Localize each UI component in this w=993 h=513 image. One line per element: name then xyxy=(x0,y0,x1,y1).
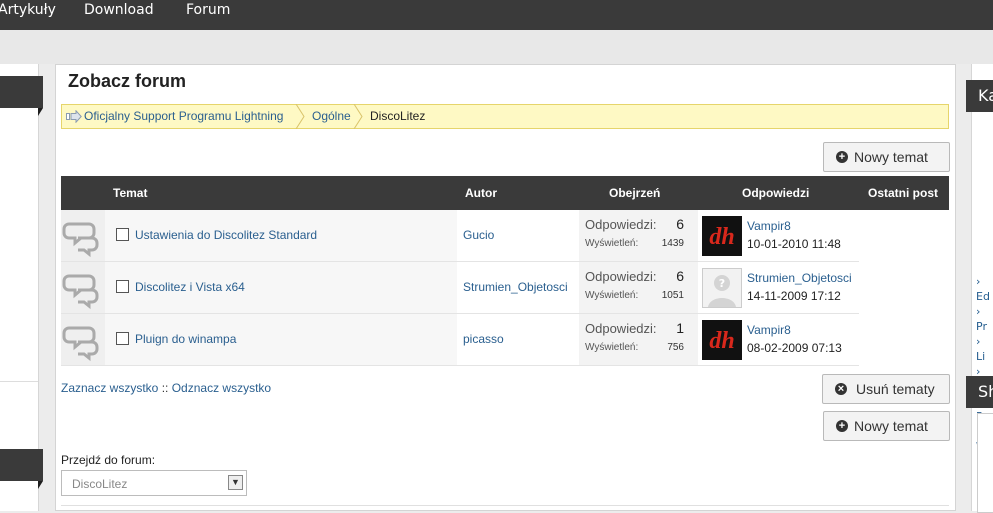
nav-item-download[interactable]: Download xyxy=(84,0,154,20)
views-count: 756 xyxy=(667,342,684,353)
author-link[interactable]: Gucio xyxy=(463,228,494,242)
right-link[interactable]: › Pr xyxy=(976,304,993,334)
svg-text:?: ? xyxy=(719,277,725,290)
page-title: Zobacz forum xyxy=(68,71,187,91)
left-sidebar-tab xyxy=(0,76,43,116)
topic-bubble-icon xyxy=(62,326,99,362)
left-sidebar xyxy=(0,64,39,511)
author-cell: Gucio xyxy=(457,210,579,261)
table-row: Discolitez i Vista x64 Strumien_Objetosc… xyxy=(61,262,859,314)
delete-topics-button[interactable]: × Usuń tematy xyxy=(822,374,950,404)
topic-bubble-icon xyxy=(62,274,99,310)
close-icon: × xyxy=(835,383,847,395)
table-row: Ustawienia do Discolitez Standard Gucio … xyxy=(61,210,859,262)
breadcrumb-separator-icon xyxy=(295,104,305,129)
right-link[interactable]: › Li xyxy=(976,334,993,364)
topic-cell: Pluign do winampa xyxy=(105,314,457,365)
author-cell: Strumien_Objetosci xyxy=(457,262,579,313)
select-all-link[interactable]: Zaznacz wszystko xyxy=(61,381,158,395)
author-link[interactable]: Strumien_Objetosci xyxy=(463,280,568,294)
last-post-date: 08-02-2009 07:13 xyxy=(747,341,842,355)
topic-bubble-icon xyxy=(62,222,99,258)
breadcrumb-item-current: DiscoLitez xyxy=(370,109,426,123)
views-count: 1051 xyxy=(661,290,684,301)
avatar-dh-logo-icon[interactable]: dh xyxy=(702,216,742,256)
new-topic-button[interactable]: + Nowy temat xyxy=(823,411,950,441)
right-sidebar-tab: Sh xyxy=(966,376,993,408)
topic-cell: Discolitez i Vista x64 xyxy=(105,262,457,313)
topic-icon-cell xyxy=(61,262,105,313)
topic-icon-cell xyxy=(61,314,105,365)
svg-text:dh: dh xyxy=(709,224,734,250)
avatar-default-silhouette-icon[interactable]: ? xyxy=(702,268,742,308)
jump-to-forum-select[interactable]: DiscoLitez ▼ xyxy=(61,470,247,496)
replies-label: Odpowiedzi: xyxy=(585,217,657,232)
topic-link[interactable]: Ustawienia do Discolitez Standard xyxy=(135,228,317,242)
right-sidebar-box xyxy=(977,413,993,513)
header-replies: Odpowiedzi xyxy=(742,186,810,200)
new-topic-button[interactable]: + Nowy temat xyxy=(823,142,950,172)
stats-cell: Odpowiedzi: 6 Wyświetleń: 1439 xyxy=(579,210,698,261)
avatar-dh-logo-icon[interactable]: dh xyxy=(702,320,742,360)
topic-icon-cell xyxy=(61,210,105,261)
breadcrumb-item[interactable]: Oficjalny Support Programu Lightning xyxy=(84,105,283,128)
header-author: Autor xyxy=(465,186,497,200)
replies-count: 6 xyxy=(676,268,684,284)
plus-icon: + xyxy=(836,151,848,163)
header-last-post: Ostatni post xyxy=(868,186,939,200)
stats-cell: Odpowiedzi: 1 Wyświetleń: 756 xyxy=(579,314,698,365)
top-nav: Artykuły Download Forum xyxy=(0,0,993,30)
right-link[interactable]: › Ed xyxy=(976,274,993,304)
replies-count: 6 xyxy=(676,216,684,232)
replies-label: Odpowiedzi: xyxy=(585,269,657,284)
views-label: Wyświetleń: xyxy=(585,290,639,301)
stats-cell: Odpowiedzi: 6 Wyświetleń: 1051 xyxy=(579,262,698,313)
topic-cell: Ustawienia do Discolitez Standard xyxy=(105,210,457,261)
svg-text:dh: dh xyxy=(709,328,734,354)
author-link[interactable]: picasso xyxy=(463,332,504,346)
breadcrumb-separator-icon xyxy=(353,104,363,129)
views-label: Wyświetleń: xyxy=(585,342,639,353)
selection-links: Zaznacz wszystko :: Odznacz wszystko xyxy=(61,381,271,395)
last-post-user[interactable]: Strumien_Objetosci xyxy=(747,271,852,285)
chevron-down-icon[interactable]: ▼ xyxy=(228,475,243,490)
nav-item-artykuly[interactable]: Artykuły xyxy=(0,0,56,20)
topic-link[interactable]: Pluign do winampa xyxy=(135,332,236,346)
last-post-date: 10-01-2010 11:48 xyxy=(747,237,841,251)
last-post-user[interactable]: Vampir8 xyxy=(747,323,791,337)
divider xyxy=(61,505,949,506)
last-post-cell: ? Strumien_Objetosci 14-11-2009 17:12 xyxy=(698,262,859,313)
last-post-cell: dh Vampir8 10-01-2010 11:48 xyxy=(698,210,859,261)
jump-selected-value: DiscoLitez xyxy=(72,477,128,491)
topic-checkbox[interactable] xyxy=(116,280,129,293)
header-band xyxy=(0,30,993,64)
topic-link[interactable]: Discolitez i Vista x64 xyxy=(135,280,245,294)
jump-to-forum-label: Przejdź do forum: xyxy=(61,453,156,467)
divider xyxy=(0,381,38,382)
nav-item-forum[interactable]: Forum xyxy=(186,0,230,20)
header-topic: Temat xyxy=(113,186,148,200)
breadcrumb: Oficjalny Support Programu Lightning Ogó… xyxy=(61,104,949,129)
replies-count: 1 xyxy=(676,320,684,336)
last-post-date: 14-11-2009 17:12 xyxy=(747,289,841,303)
views-label: Wyświetleń: xyxy=(585,238,639,249)
left-sidebar-tab xyxy=(0,449,43,489)
deselect-all-link[interactable]: Odznacz wszystko xyxy=(172,381,271,395)
plus-icon: + xyxy=(836,420,848,432)
views-count: 1439 xyxy=(661,238,684,249)
author-cell: picasso xyxy=(457,314,579,365)
selection-separator: :: xyxy=(161,381,169,395)
topics-table-header: Temat Autor Obejrzeń Odpowiedzi Ostatni … xyxy=(61,176,949,210)
breadcrumb-item[interactable]: Ogólne xyxy=(312,105,351,128)
table-row: Pluign do winampa picasso Odpowiedzi: 1 … xyxy=(61,314,859,366)
replies-label: Odpowiedzi: xyxy=(585,321,657,336)
topic-checkbox[interactable] xyxy=(116,228,129,241)
topic-checkbox[interactable] xyxy=(116,332,129,345)
breadcrumb-arrow-icon xyxy=(66,110,82,123)
last-post-user[interactable]: Vampir8 xyxy=(747,219,791,233)
header-views: Obejrzeń xyxy=(609,186,661,200)
last-post-cell: dh Vampir8 08-02-2009 07:13 xyxy=(698,314,859,365)
right-sidebar-tab: Ka xyxy=(966,80,993,112)
